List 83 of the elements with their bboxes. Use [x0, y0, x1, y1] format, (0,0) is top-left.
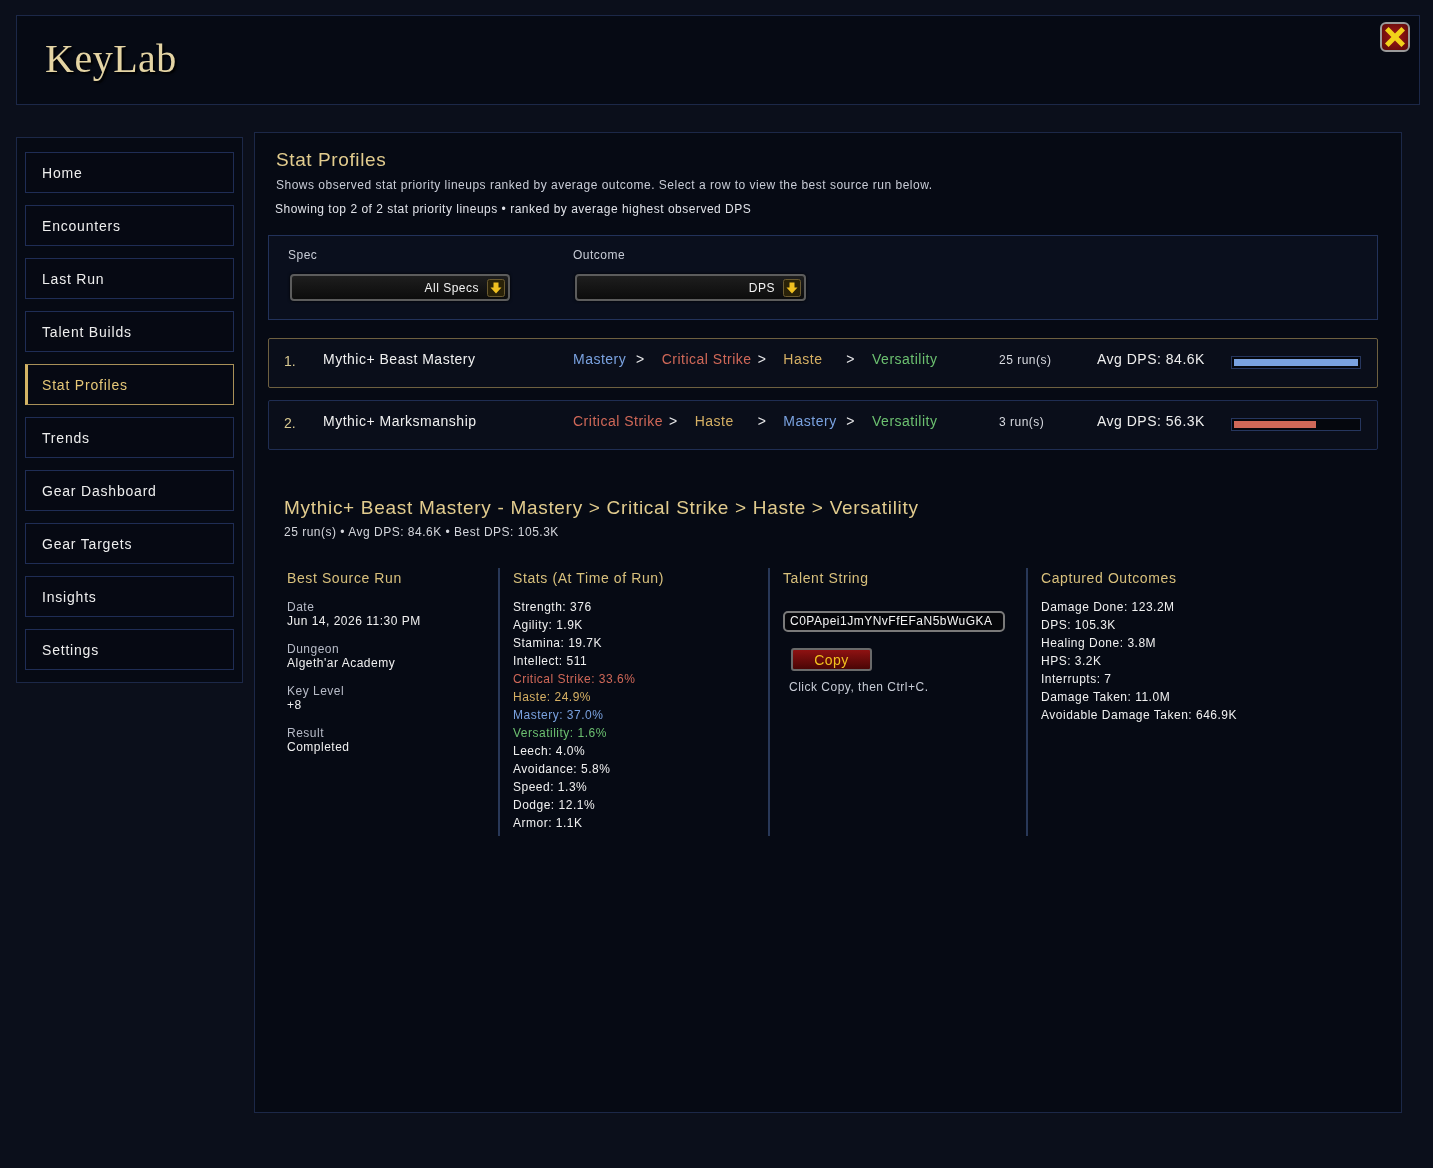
rank-number: 1. [284, 352, 297, 370]
arrow-down-icon [487, 278, 505, 297]
filter-label: Outcome [573, 247, 627, 263]
priority-separator: > [757, 412, 767, 430]
column-heading: Talent String [783, 569, 870, 587]
column-heading: Captured Outcomes [1041, 569, 1178, 587]
sidebar-item[interactable]: Stat Profiles [25, 364, 234, 405]
stat-value: Avoidance: 5.8% [513, 761, 612, 778]
page-title: Stat Profiles [275, 149, 388, 171]
sidebar-item[interactable]: Gear Dashboard [25, 470, 234, 511]
outcome-value: Healing Done: 3.8M [1041, 635, 1158, 652]
talent-string-field[interactable]: C0PApei1JmYNvFfEFaN5bWuGKA [783, 611, 1005, 632]
sidebar-item[interactable]: Insights [25, 576, 234, 617]
detail-summary: 25 run(s) • Avg DPS: 84.6K • Best DPS: 105.3K [284, 524, 560, 540]
priority-separator: > [846, 350, 856, 368]
stat-value: Speed: 1.3% [513, 779, 589, 796]
priority-separator: > [668, 412, 678, 430]
stat-name: Mastery [783, 412, 838, 430]
outcome-value: Avoidable Damage Taken: 646.9K [1041, 707, 1239, 724]
stat-value: Mastery: 37.0% [513, 707, 605, 724]
rank-number: 2. [284, 414, 297, 432]
outcome-value: Damage Taken: 11.0M [1041, 689, 1172, 706]
detail-title: Mythic+ Beast Mastery - Mastery > Critical Strike > Haste > Versatility [284, 496, 920, 520]
stat-name: Versatility [872, 350, 939, 368]
stat-name: Haste [694, 412, 735, 430]
stat-name: Critical Strike [661, 350, 753, 368]
stat-name: Critical Strike [573, 412, 664, 430]
filter-label: Spec [288, 247, 319, 263]
sidebar-item[interactable]: Home [25, 152, 234, 193]
hint-text: Click Copy, then Ctrl+C. [789, 679, 930, 695]
stat-name: Versatility [872, 412, 939, 430]
run-count: 3 run(s) [999, 414, 1046, 431]
close-icon [1385, 27, 1405, 47]
stat-name: Haste [783, 350, 824, 368]
stat-value: Versatility: 1.6% [513, 725, 608, 742]
priority-separator: > [757, 350, 767, 368]
close-button[interactable] [1380, 22, 1410, 52]
stat-value: Haste: 24.9% [513, 689, 593, 706]
stat-value: Critical Strike: 33.6% [513, 671, 637, 688]
arrow-down-icon [783, 278, 801, 297]
average-dps: Avg DPS: 84.6K [1097, 350, 1206, 368]
outcome-value: Damage Done: 123.2M [1041, 599, 1176, 616]
field-label: Result [287, 726, 325, 740]
stat-value: Intellect: 511 [513, 653, 589, 670]
app-title: KeyLab [45, 36, 177, 82]
field-value: Completed [287, 740, 351, 755]
field-label: Date [287, 600, 316, 614]
field-label: Dungeon [287, 642, 341, 656]
sidebar-item[interactable]: Talent Builds [25, 311, 234, 352]
sidebar-item[interactable]: Encounters [25, 205, 234, 246]
outcome-value: Interrupts: 7 [1041, 671, 1113, 688]
stat-value: Agility: 1.9K [513, 617, 584, 634]
stat-value: Stamina: 19.7K [513, 635, 604, 652]
stat-value: Strength: 376 [513, 599, 593, 616]
sidebar-item[interactable]: Trends [25, 417, 234, 458]
priority-separator: > [846, 412, 856, 430]
sidebar-item[interactable]: Settings [25, 629, 234, 670]
stat-value: Dodge: 12.1% [513, 797, 597, 814]
outcome-value: HPS: 3.2K [1041, 653, 1103, 670]
profile-row[interactable]: 2. Mythic+ Marksmanship Critical Strike > Haste > Mastery > Versatility 3 run(s) Avg DPS: 56.3K [268, 400, 1378, 450]
page-description: Shows observed stat priority lineups ranked by average outcome. Select a row to view the best source run below. [275, 177, 934, 193]
filter-dropdown[interactable]: All Specs [290, 274, 510, 301]
stat-value: Armor: 1.1K [513, 815, 584, 832]
field-value: Algeth'ar Academy [287, 656, 397, 671]
column-heading: Stats (At Time of Run) [513, 569, 665, 587]
average-dps: Avg DPS: 56.3K [1097, 412, 1206, 430]
run-count: 25 run(s) [999, 352, 1053, 369]
stat-value: Leech: 4.0% [513, 743, 587, 760]
profile-row[interactable]: 1. Mythic+ Beast Mastery Mastery > Critical Strike > Haste > Versatility 25 run(s) Avg DPS: 84.6K [268, 338, 1378, 388]
copy-button[interactable]: Copy [791, 648, 872, 671]
field-value: Jun 14, 2026 11:30 PM [287, 614, 422, 629]
outcome-value: DPS: 105.3K [1041, 617, 1117, 634]
field-value: +8 [287, 698, 303, 713]
sidebar-item[interactable]: Gear Targets [25, 523, 234, 564]
profile-name: Mythic+ Beast Mastery [323, 350, 477, 368]
column-heading: Best Source Run [287, 569, 403, 587]
results-summary: Showing top 2 of 2 stat priority lineups • ranked by average highest observed DPS [274, 201, 753, 217]
profile-name: Mythic+ Marksmanship [323, 412, 478, 430]
priority-separator: > [636, 350, 645, 368]
filter-dropdown[interactable]: DPS [575, 274, 806, 301]
field-label: Key Level [287, 684, 346, 698]
sidebar-item[interactable]: Last Run [25, 258, 234, 299]
stat-name: Mastery [573, 350, 628, 368]
